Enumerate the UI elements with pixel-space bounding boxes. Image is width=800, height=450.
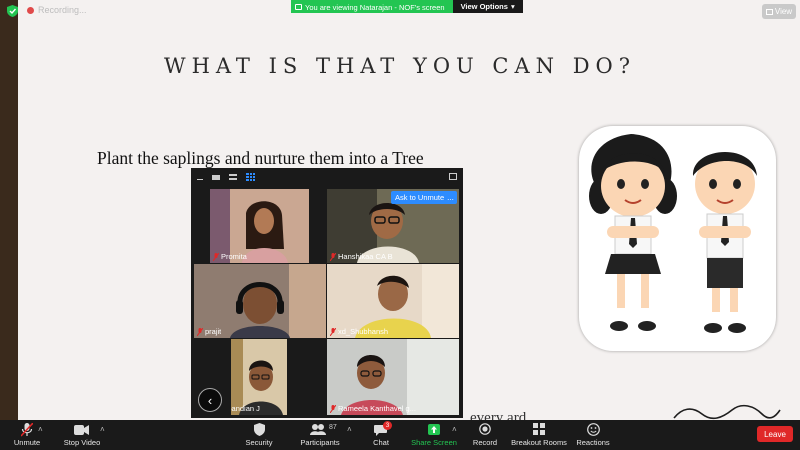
chevron-down-icon: ▾ [510, 2, 515, 11]
security-shield-icon[interactable] [7, 5, 18, 17]
participant-name-label: Hanshikaa CA B [330, 252, 393, 261]
participant-name-label: prajit [197, 327, 221, 336]
reactions-button[interactable]: Reactions [576, 420, 610, 450]
school-kids-illustration [579, 126, 776, 351]
muted-mic-icon [213, 252, 219, 261]
grid-icon [765, 8, 773, 15]
share-screen-icon [428, 424, 440, 435]
shield-icon [254, 423, 265, 436]
participants-label: Participants [300, 438, 340, 447]
participant-tile[interactable]: prajit [194, 264, 326, 338]
share-screen-icon [295, 4, 302, 10]
breakout-rooms-icon [533, 423, 545, 435]
record-label: Record [472, 438, 498, 447]
participants-chevron-icon[interactable]: ˄ [347, 425, 352, 434]
viewing-screen-banner: You are viewing Natarajan - NOF's screen… [291, 0, 523, 13]
slide-bottom-text: every ard [470, 410, 527, 420]
view-button[interactable]: View [762, 4, 796, 19]
gallery-view-panel: Promita Hanshikaa CA B prajit xd_Shubhan… [191, 168, 463, 418]
muted-mic-icon [330, 252, 336, 261]
stop-video-button[interactable]: Stop Video [62, 420, 102, 450]
unmute-label: Unmute [13, 438, 41, 447]
stop-video-label: Stop Video [63, 438, 101, 447]
security-button[interactable]: Security [244, 420, 274, 450]
video-options-chevron-icon[interactable]: ˄ [100, 425, 105, 434]
recording-indicator-icon [27, 7, 34, 14]
participant-name-label: xd_Shubhansh [330, 327, 388, 336]
strip-view-icon[interactable] [229, 174, 237, 180]
muted-mic-icon [330, 327, 336, 336]
share-screen-label: Share Screen [411, 438, 457, 447]
security-label: Security [245, 438, 273, 447]
viewing-banner-text: You are viewing Natarajan - NOF's screen [291, 0, 453, 13]
muted-mic-icon [197, 327, 203, 336]
participants-count: 87 [329, 424, 337, 431]
participant-tile[interactable]: Rameela Kanthavel g... [327, 339, 459, 415]
view-options-button[interactable]: View Options ▾ [452, 0, 523, 13]
participant-tile[interactable]: Promita [210, 189, 309, 263]
leave-button[interactable]: Leave [757, 426, 793, 442]
chevron-left-icon: ‹ [207, 392, 213, 408]
participant-name-label: Promita [213, 252, 247, 261]
zoom-meeting-window: WHAT IS THAT YOU CAN DO? Plant the sapli… [0, 0, 800, 450]
chat-label: Chat [373, 438, 389, 447]
reactions-label: Reactions [576, 438, 610, 447]
record-icon [479, 423, 491, 435]
slide-title: WHAT IS THAT YOU CAN DO? [163, 54, 637, 78]
gallery-controls [191, 168, 463, 186]
previous-page-button[interactable]: ‹ [198, 388, 222, 412]
participant-name-label: Sundarapandian J [231, 404, 260, 413]
ask-to-unmute-button[interactable]: Ask to Unmute [391, 191, 449, 204]
participants-icon [310, 424, 326, 435]
scribble-decoration [673, 404, 781, 420]
record-button[interactable]: Record [472, 420, 498, 450]
participant-tile[interactable]: Sundarapandian J [231, 339, 287, 415]
exit-fullscreen-icon[interactable] [449, 173, 457, 180]
speaker-view-icon[interactable] [212, 174, 220, 180]
smiley-icon [587, 423, 600, 436]
participant-tile[interactable]: xd_Shubhansh [327, 264, 459, 338]
minimize-icon[interactable] [197, 178, 203, 180]
slide-text: Plant the saplings and nurture them into… [97, 148, 424, 168]
muted-mic-icon [330, 404, 336, 413]
share-options-chevron-icon[interactable]: ˄ [452, 425, 457, 434]
breakout-rooms-label: Breakout Rooms [511, 438, 567, 447]
audio-options-chevron-icon[interactable]: ˄ [38, 425, 43, 434]
share-screen-button[interactable]: Share Screen [411, 420, 457, 450]
meeting-toolbar: Unmute ˄ Stop Video ˄ Security Participa… [0, 420, 800, 450]
chat-unread-badge: 3 [383, 421, 392, 430]
gallery-grid-icon[interactable] [246, 173, 255, 181]
recording-text: Recording... [38, 5, 87, 15]
participant-more-button[interactable]: ... [444, 191, 457, 204]
muted-microphone-icon [21, 423, 33, 437]
video-camera-icon [74, 425, 89, 435]
participant-name-label: Rameela Kanthavel g... [330, 404, 416, 413]
breakout-rooms-button[interactable]: Breakout Rooms [511, 420, 567, 450]
